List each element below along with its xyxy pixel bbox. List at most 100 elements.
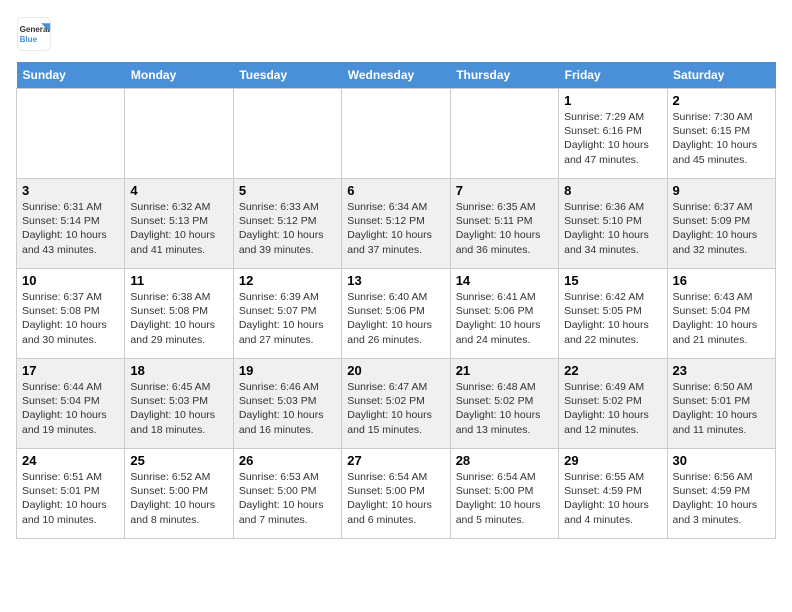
calendar-cell: [450, 89, 558, 179]
day-info: Sunrise: 6:36 AM Sunset: 5:10 PM Dayligh…: [564, 200, 661, 257]
calendar-cell: 18 Sunrise: 6:45 AM Sunset: 5:03 PM Dayli…: [125, 359, 233, 449]
day-number: 25: [130, 453, 227, 468]
calendar-cell: 29 Sunrise: 6:55 AM Sunset: 4:59 PM Dayli…: [559, 449, 667, 539]
calendar-cell: 8 Sunrise: 6:36 AM Sunset: 5:10 PM Daylig…: [559, 179, 667, 269]
day-number: 27: [347, 453, 444, 468]
svg-text:Blue: Blue: [20, 35, 38, 44]
day-of-week-header: Sunday: [17, 62, 125, 89]
day-number: 19: [239, 363, 336, 378]
calendar-week-row: 24 Sunrise: 6:51 AM Sunset: 5:01 PM Dayli…: [17, 449, 776, 539]
calendar-cell: 27Sunrise: 6:54 AM Sunset: 5:00 PM Dayli…: [342, 449, 450, 539]
day-info: Sunrise: 6:38 AM Sunset: 5:08 PM Dayligh…: [130, 290, 227, 347]
calendar-cell: 25 Sunrise: 6:52 AM Sunset: 5:00 PM Dayli…: [125, 449, 233, 539]
day-info: Sunrise: 6:34 AM Sunset: 5:12 PM Dayligh…: [347, 200, 444, 257]
day-info: Sunrise: 6:45 AM Sunset: 5:03 PM Dayligh…: [130, 380, 227, 437]
calendar-cell: 10 Sunrise: 6:37 AM Sunset: 5:08 PM Dayli…: [17, 269, 125, 359]
day-number: 10: [22, 273, 119, 288]
calendar-cell: 22 Sunrise: 6:49 AM Sunset: 5:02 PM Dayli…: [559, 359, 667, 449]
day-info: Sunrise: 6:46 AM Sunset: 5:03 PM Dayligh…: [239, 380, 336, 437]
day-info: Sunrise: 6:39 AM Sunset: 5:07 PM Dayligh…: [239, 290, 336, 347]
page-header: General Blue: [16, 16, 776, 52]
calendar-week-row: 3 Sunrise: 6:31 AM Sunset: 5:14 PM Daylig…: [17, 179, 776, 269]
day-of-week-header: Wednesday: [342, 62, 450, 89]
calendar-header-row: SundayMondayTuesdayWednesdayThursdayFrid…: [17, 62, 776, 89]
logo: General Blue: [16, 16, 56, 52]
day-number: 12: [239, 273, 336, 288]
day-info: Sunrise: 7:29 AM Sunset: 6:16 PM Dayligh…: [564, 110, 661, 167]
calendar-cell: 9 Sunrise: 6:37 AM Sunset: 5:09 PM Daylig…: [667, 179, 775, 269]
day-info: Sunrise: 6:43 AM Sunset: 5:04 PM Dayligh…: [673, 290, 770, 347]
day-number: 22: [564, 363, 661, 378]
day-of-week-header: Thursday: [450, 62, 558, 89]
day-number: 30: [673, 453, 770, 468]
day-number: 3: [22, 183, 119, 198]
day-info: Sunrise: 6:52 AM Sunset: 5:00 PM Dayligh…: [130, 470, 227, 527]
day-of-week-header: Saturday: [667, 62, 775, 89]
day-number: 5: [239, 183, 336, 198]
calendar-cell: 14Sunrise: 6:41 AM Sunset: 5:06 PM Dayli…: [450, 269, 558, 359]
calendar-cell: 12 Sunrise: 6:39 AM Sunset: 5:07 PM Dayli…: [233, 269, 341, 359]
day-info: Sunrise: 6:47 AM Sunset: 5:02 PM Dayligh…: [347, 380, 444, 437]
calendar-week-row: 10 Sunrise: 6:37 AM Sunset: 5:08 PM Dayli…: [17, 269, 776, 359]
calendar-week-row: 17 Sunrise: 6:44 AM Sunset: 5:04 PM Dayli…: [17, 359, 776, 449]
calendar-table: SundayMondayTuesdayWednesdayThursdayFrid…: [16, 62, 776, 539]
day-number: 20: [347, 363, 444, 378]
day-info: Sunrise: 6:37 AM Sunset: 5:09 PM Dayligh…: [673, 200, 770, 257]
day-number: 17: [22, 363, 119, 378]
day-number: 1: [564, 93, 661, 108]
day-number: 29: [564, 453, 661, 468]
calendar-cell: 1 Sunrise: 7:29 AM Sunset: 6:16 PM Daylig…: [559, 89, 667, 179]
day-info: Sunrise: 6:33 AM Sunset: 5:12 PM Dayligh…: [239, 200, 336, 257]
day-number: 24: [22, 453, 119, 468]
calendar-cell: 24 Sunrise: 6:51 AM Sunset: 5:01 PM Dayli…: [17, 449, 125, 539]
day-number: 9: [673, 183, 770, 198]
calendar-cell: 17 Sunrise: 6:44 AM Sunset: 5:04 PM Dayli…: [17, 359, 125, 449]
day-of-week-header: Tuesday: [233, 62, 341, 89]
day-number: 6: [347, 183, 444, 198]
day-info: Sunrise: 6:32 AM Sunset: 5:13 PM Dayligh…: [130, 200, 227, 257]
day-of-week-header: Friday: [559, 62, 667, 89]
day-number: 18: [130, 363, 227, 378]
day-info: Sunrise: 6:54 AM Sunset: 5:00 PM Dayligh…: [456, 470, 553, 527]
day-info: Sunrise: 6:44 AM Sunset: 5:04 PM Dayligh…: [22, 380, 119, 437]
day-number: 15: [564, 273, 661, 288]
day-number: 7: [456, 183, 553, 198]
calendar-cell: [17, 89, 125, 179]
day-info: Sunrise: 6:31 AM Sunset: 5:14 PM Dayligh…: [22, 200, 119, 257]
day-number: 28: [456, 453, 553, 468]
calendar-cell: 23Sunrise: 6:50 AM Sunset: 5:01 PM Dayli…: [667, 359, 775, 449]
calendar-cell: 30 Sunrise: 6:56 AM Sunset: 4:59 PM Dayli…: [667, 449, 775, 539]
calendar-week-row: 1 Sunrise: 7:29 AM Sunset: 6:16 PM Daylig…: [17, 89, 776, 179]
calendar-cell: 16 Sunrise: 6:43 AM Sunset: 5:04 PM Dayli…: [667, 269, 775, 359]
calendar-cell: 4 Sunrise: 6:32 AM Sunset: 5:13 PM Daylig…: [125, 179, 233, 269]
day-info: Sunrise: 6:40 AM Sunset: 5:06 PM Dayligh…: [347, 290, 444, 347]
day-info: Sunrise: 6:56 AM Sunset: 4:59 PM Dayligh…: [673, 470, 770, 527]
calendar-cell: 15 Sunrise: 6:42 AM Sunset: 5:05 PM Dayli…: [559, 269, 667, 359]
calendar-cell: 20 Sunrise: 6:47 AM Sunset: 5:02 PM Dayli…: [342, 359, 450, 449]
calendar-cell: [342, 89, 450, 179]
calendar-cell: 5 Sunrise: 6:33 AM Sunset: 5:12 PM Daylig…: [233, 179, 341, 269]
calendar-cell: 7Sunrise: 6:35 AM Sunset: 5:11 PM Daylig…: [450, 179, 558, 269]
day-info: Sunrise: 6:48 AM Sunset: 5:02 PM Dayligh…: [456, 380, 553, 437]
logo-icon: General Blue: [16, 16, 52, 52]
day-info: Sunrise: 6:49 AM Sunset: 5:02 PM Dayligh…: [564, 380, 661, 437]
day-number: 4: [130, 183, 227, 198]
day-of-week-header: Monday: [125, 62, 233, 89]
day-number: 13: [347, 273, 444, 288]
day-number: 14: [456, 273, 553, 288]
calendar-cell: 26Sunrise: 6:53 AM Sunset: 5:00 PM Dayli…: [233, 449, 341, 539]
calendar-cell: 2 Sunrise: 7:30 AM Sunset: 6:15 PM Daylig…: [667, 89, 775, 179]
day-number: 2: [673, 93, 770, 108]
day-info: Sunrise: 6:55 AM Sunset: 4:59 PM Dayligh…: [564, 470, 661, 527]
calendar-cell: 28 Sunrise: 6:54 AM Sunset: 5:00 PM Dayli…: [450, 449, 558, 539]
day-info: Sunrise: 6:37 AM Sunset: 5:08 PM Dayligh…: [22, 290, 119, 347]
day-info: Sunrise: 6:51 AM Sunset: 5:01 PM Dayligh…: [22, 470, 119, 527]
day-number: 26: [239, 453, 336, 468]
day-number: 21: [456, 363, 553, 378]
calendar-cell: [233, 89, 341, 179]
day-info: Sunrise: 6:42 AM Sunset: 5:05 PM Dayligh…: [564, 290, 661, 347]
day-number: 8: [564, 183, 661, 198]
calendar-cell: 3 Sunrise: 6:31 AM Sunset: 5:14 PM Daylig…: [17, 179, 125, 269]
day-number: 16: [673, 273, 770, 288]
day-info: Sunrise: 7:30 AM Sunset: 6:15 PM Dayligh…: [673, 110, 770, 167]
